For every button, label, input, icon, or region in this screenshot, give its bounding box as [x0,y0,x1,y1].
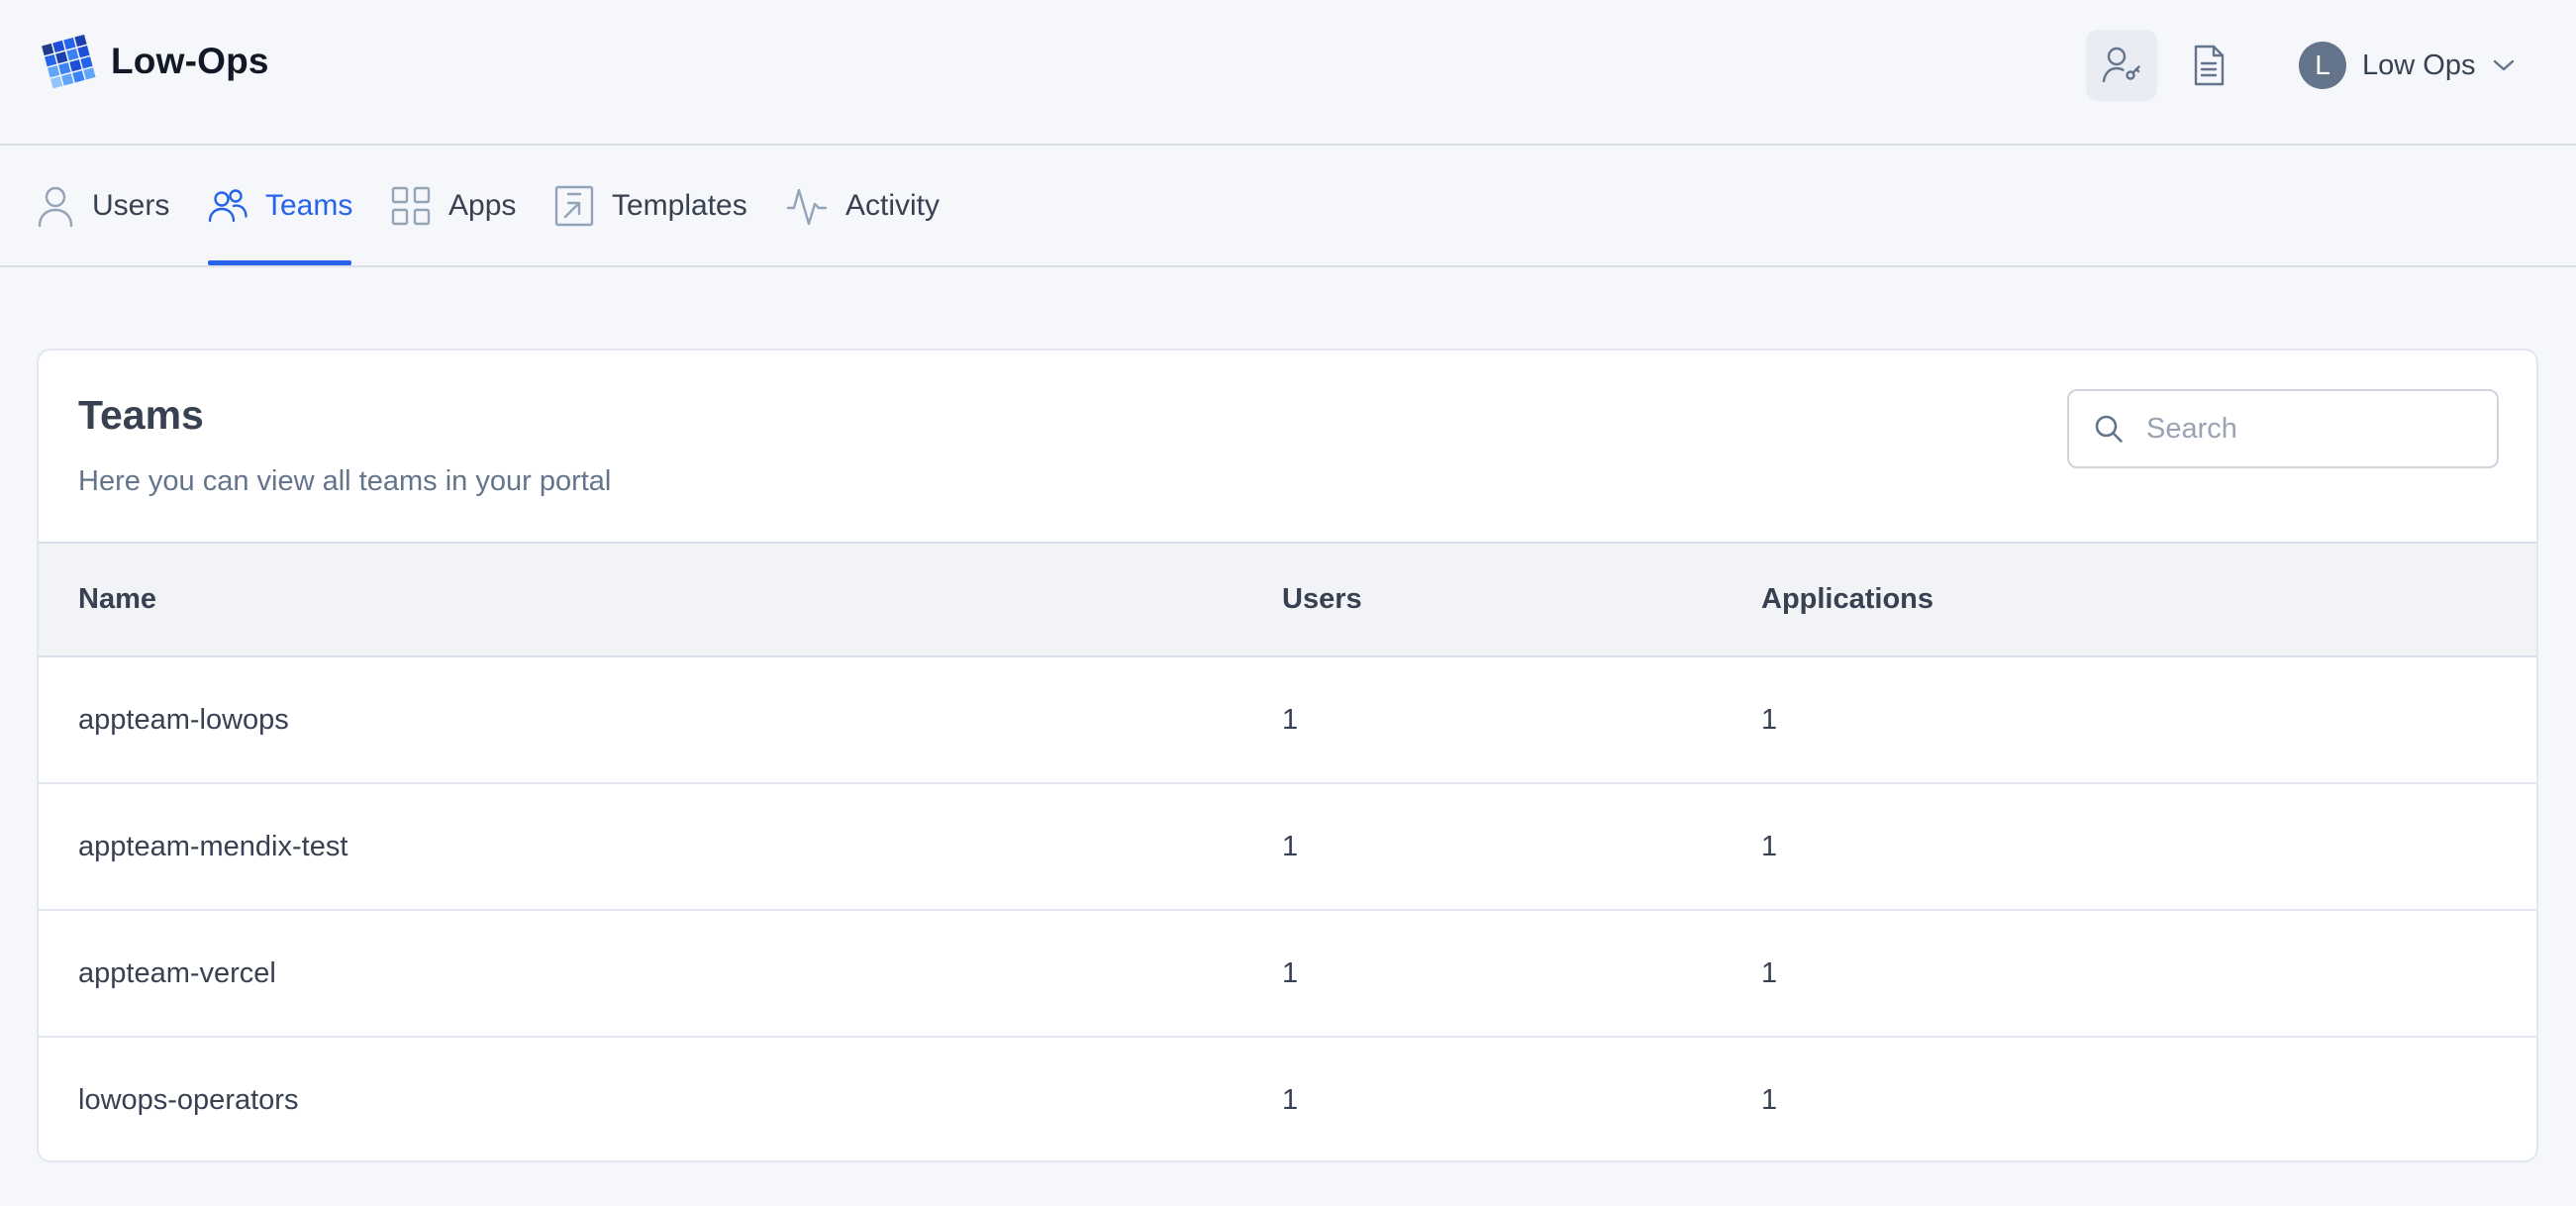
team-name-cell: lowops-operators [78,1084,299,1116]
top-header: Low-Ops L Low Ops [0,0,2576,146]
page-title: Teams [78,392,204,438]
search-icon [2095,415,2123,443]
team-users-cell: 1 [1282,1084,1299,1116]
document-icon [2194,45,2225,86]
app-name: Low-Ops [111,41,269,81]
active-tab-indicator [208,260,351,265]
column-header-users[interactable]: Users [1282,544,1761,656]
team-applications-cell: 1 [1761,1084,1778,1116]
user-access-button[interactable] [2086,30,2157,101]
table-row[interactable]: lowops-operators 1 1 [39,1037,2536,1160]
tab-activity-label: Activity [845,189,941,222]
team-users-cell: 1 [1282,956,1299,989]
grid-icon [391,186,431,226]
team-icon [208,189,248,223]
team-applications-cell: 1 [1761,703,1778,736]
table-row[interactable]: appteam-mendix-test 1 1 [39,783,2536,910]
team-name-cell: appteam-lowops [78,703,289,736]
team-name-cell: appteam-mendix-test [78,830,348,862]
teams-card: Teams Here you can view all teams in you… [37,349,2538,1162]
documentation-button[interactable] [2173,30,2244,101]
column-header-name[interactable]: Name [39,544,1282,656]
team-applications-cell: 1 [1761,830,1778,862]
tab-teams[interactable]: Teams [208,147,352,265]
brand[interactable]: Low-Ops [40,32,269,91]
tab-users-label: Users [92,189,170,222]
card-header: Teams Here you can view all teams in you… [39,351,2536,544]
tab-users[interactable]: Users [37,147,169,265]
avatar: L [2299,42,2346,89]
low-ops-logo-icon [42,34,96,89]
activity-icon [786,188,828,226]
search-box[interactable] [2067,389,2499,468]
template-icon [554,185,594,227]
team-users-cell: 1 [1282,703,1299,736]
user-key-icon [2102,47,2140,83]
user-icon [38,186,73,228]
user-name: Low Ops [2362,49,2476,81]
table-row[interactable]: appteam-vercel 1 1 [39,910,2536,1037]
tab-templates[interactable]: Templates [554,147,747,265]
page-subtitle: Here you can view all teams in your port… [78,465,612,497]
tab-activity[interactable]: Activity [786,147,940,265]
teams-table: Name Users Applications appteam-lowops 1… [39,544,2536,1160]
team-name-cell: appteam-vercel [78,956,276,989]
column-header-applications[interactable]: Applications [1761,544,2536,656]
search-input[interactable] [2144,411,2481,447]
main-nav: Users Teams Apps Templates Activity [0,147,2576,267]
tab-apps-label: Apps [448,189,517,222]
team-users-cell: 1 [1282,830,1299,862]
tab-teams-label: Teams [265,189,353,222]
table-header-row: Name Users Applications [39,544,2536,656]
team-applications-cell: 1 [1761,956,1778,989]
chevron-down-icon [2494,59,2515,71]
user-menu[interactable]: L Low Ops [2299,42,2515,89]
tab-apps[interactable]: Apps [391,147,516,265]
tab-templates-label: Templates [612,189,747,222]
table-row[interactable]: appteam-lowops 1 1 [39,656,2536,783]
